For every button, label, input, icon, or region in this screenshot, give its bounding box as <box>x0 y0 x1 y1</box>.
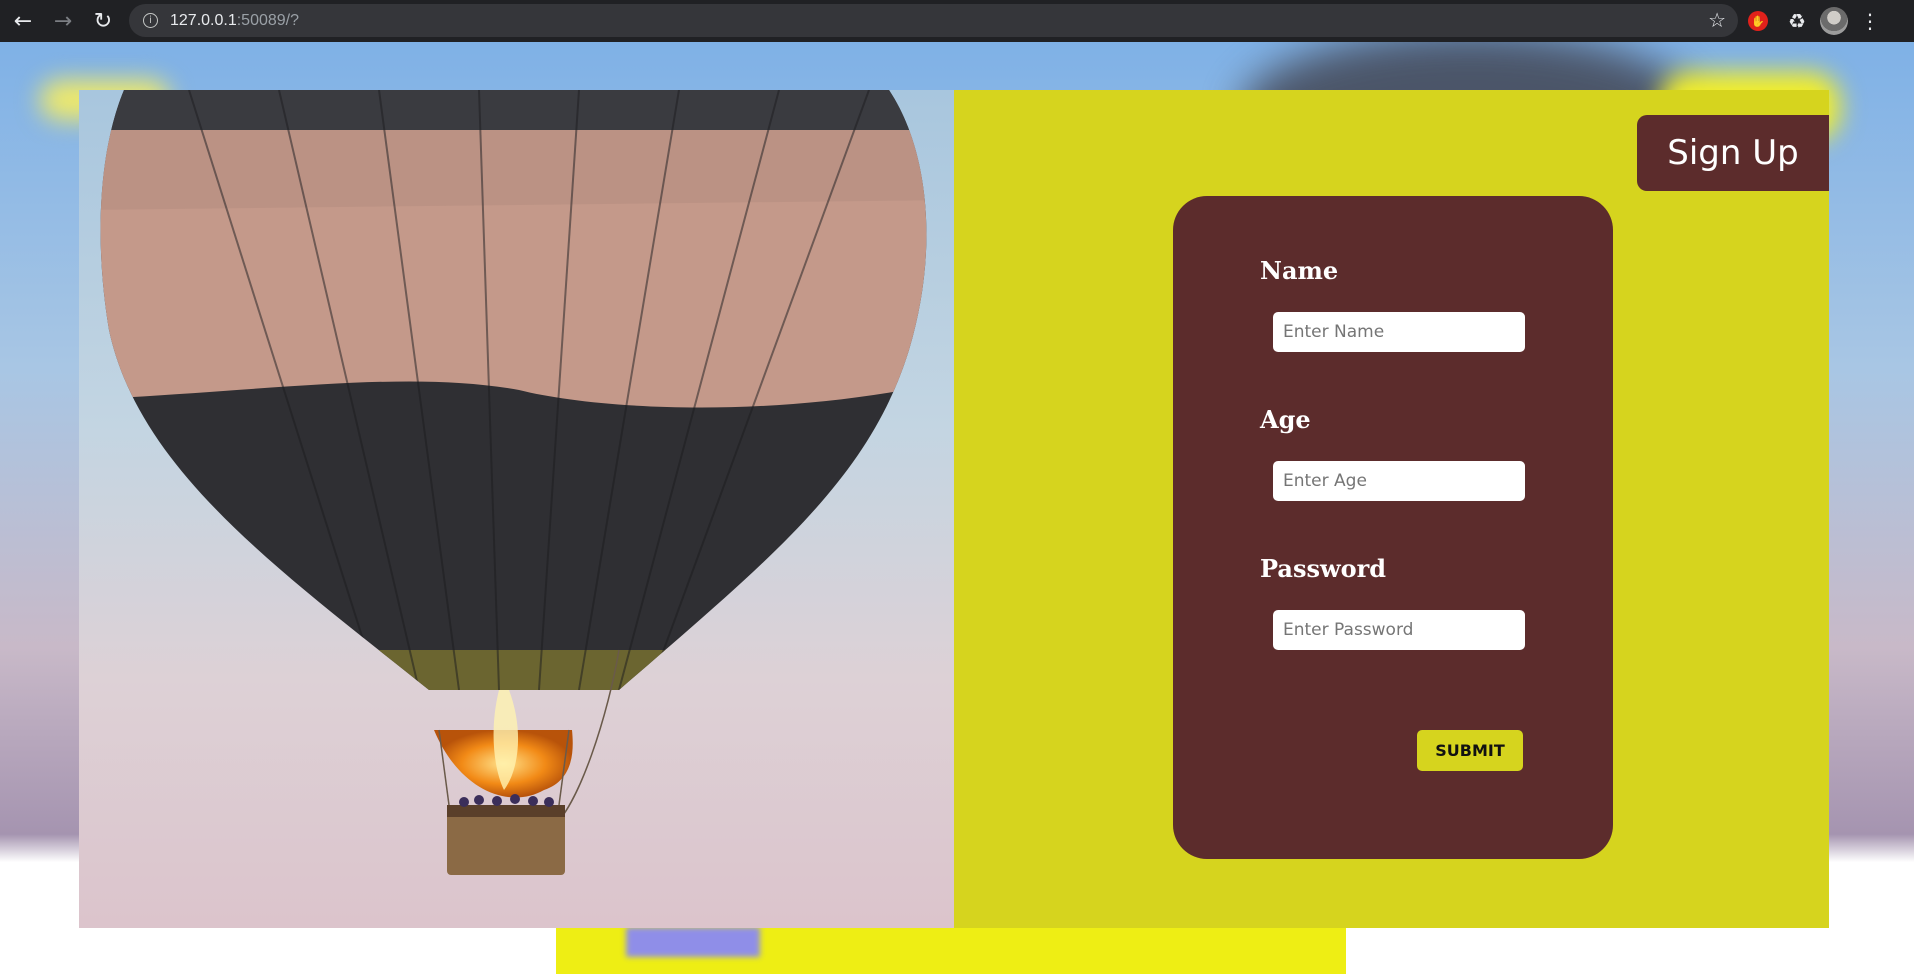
signup-card: Sign Up Name Age Password SUBMIT <box>79 90 1829 928</box>
age-label: Age <box>1260 405 1311 434</box>
url-path: :50089/? <box>236 11 300 29</box>
forward-icon[interactable]: → <box>46 4 80 38</box>
blurred-footer-button <box>626 927 760 957</box>
signup-panel: Sign Up Name Age Password SUBMIT <box>954 90 1829 928</box>
signup-title: Sign Up <box>1637 115 1829 191</box>
url-text[interactable]: 127.0.0.1:50089/? <box>170 12 299 30</box>
balloon-illustration <box>100 90 927 875</box>
profile-avatar[interactable] <box>1819 7 1848 35</box>
browser-toolbar: ← → ↻ i 127.0.0.1:50089/? ☆ ✋ ♻ ⋮ <box>0 0 1914 42</box>
signup-form: Name Age Password SUBMIT <box>1173 196 1613 859</box>
bookmark-star-icon[interactable]: ☆ <box>1708 8 1726 32</box>
stop-hand-icon[interactable]: ✋ <box>1748 11 1768 31</box>
password-label: Password <box>1260 554 1387 583</box>
age-input[interactable] <box>1273 461 1525 501</box>
submit-button[interactable]: SUBMIT <box>1417 730 1523 771</box>
name-label: Name <box>1260 256 1339 285</box>
name-input[interactable] <box>1273 312 1525 352</box>
hot-air-balloon-image <box>79 90 954 928</box>
back-icon[interactable]: ← <box>6 4 40 38</box>
puzzle-icon[interactable]: ♻ <box>1788 9 1806 33</box>
site-info-icon[interactable]: i <box>143 13 158 28</box>
extensions-area: ✋ ♻ ⋮ <box>1748 4 1880 38</box>
kebab-menu-icon[interactable]: ⋮ <box>1860 9 1880 33</box>
address-bar[interactable]: i 127.0.0.1:50089/? ☆ <box>129 4 1738 37</box>
password-input[interactable] <box>1273 610 1525 650</box>
reload-icon[interactable]: ↻ <box>86 4 120 38</box>
url-host: 127.0.0.1 <box>170 11 237 29</box>
